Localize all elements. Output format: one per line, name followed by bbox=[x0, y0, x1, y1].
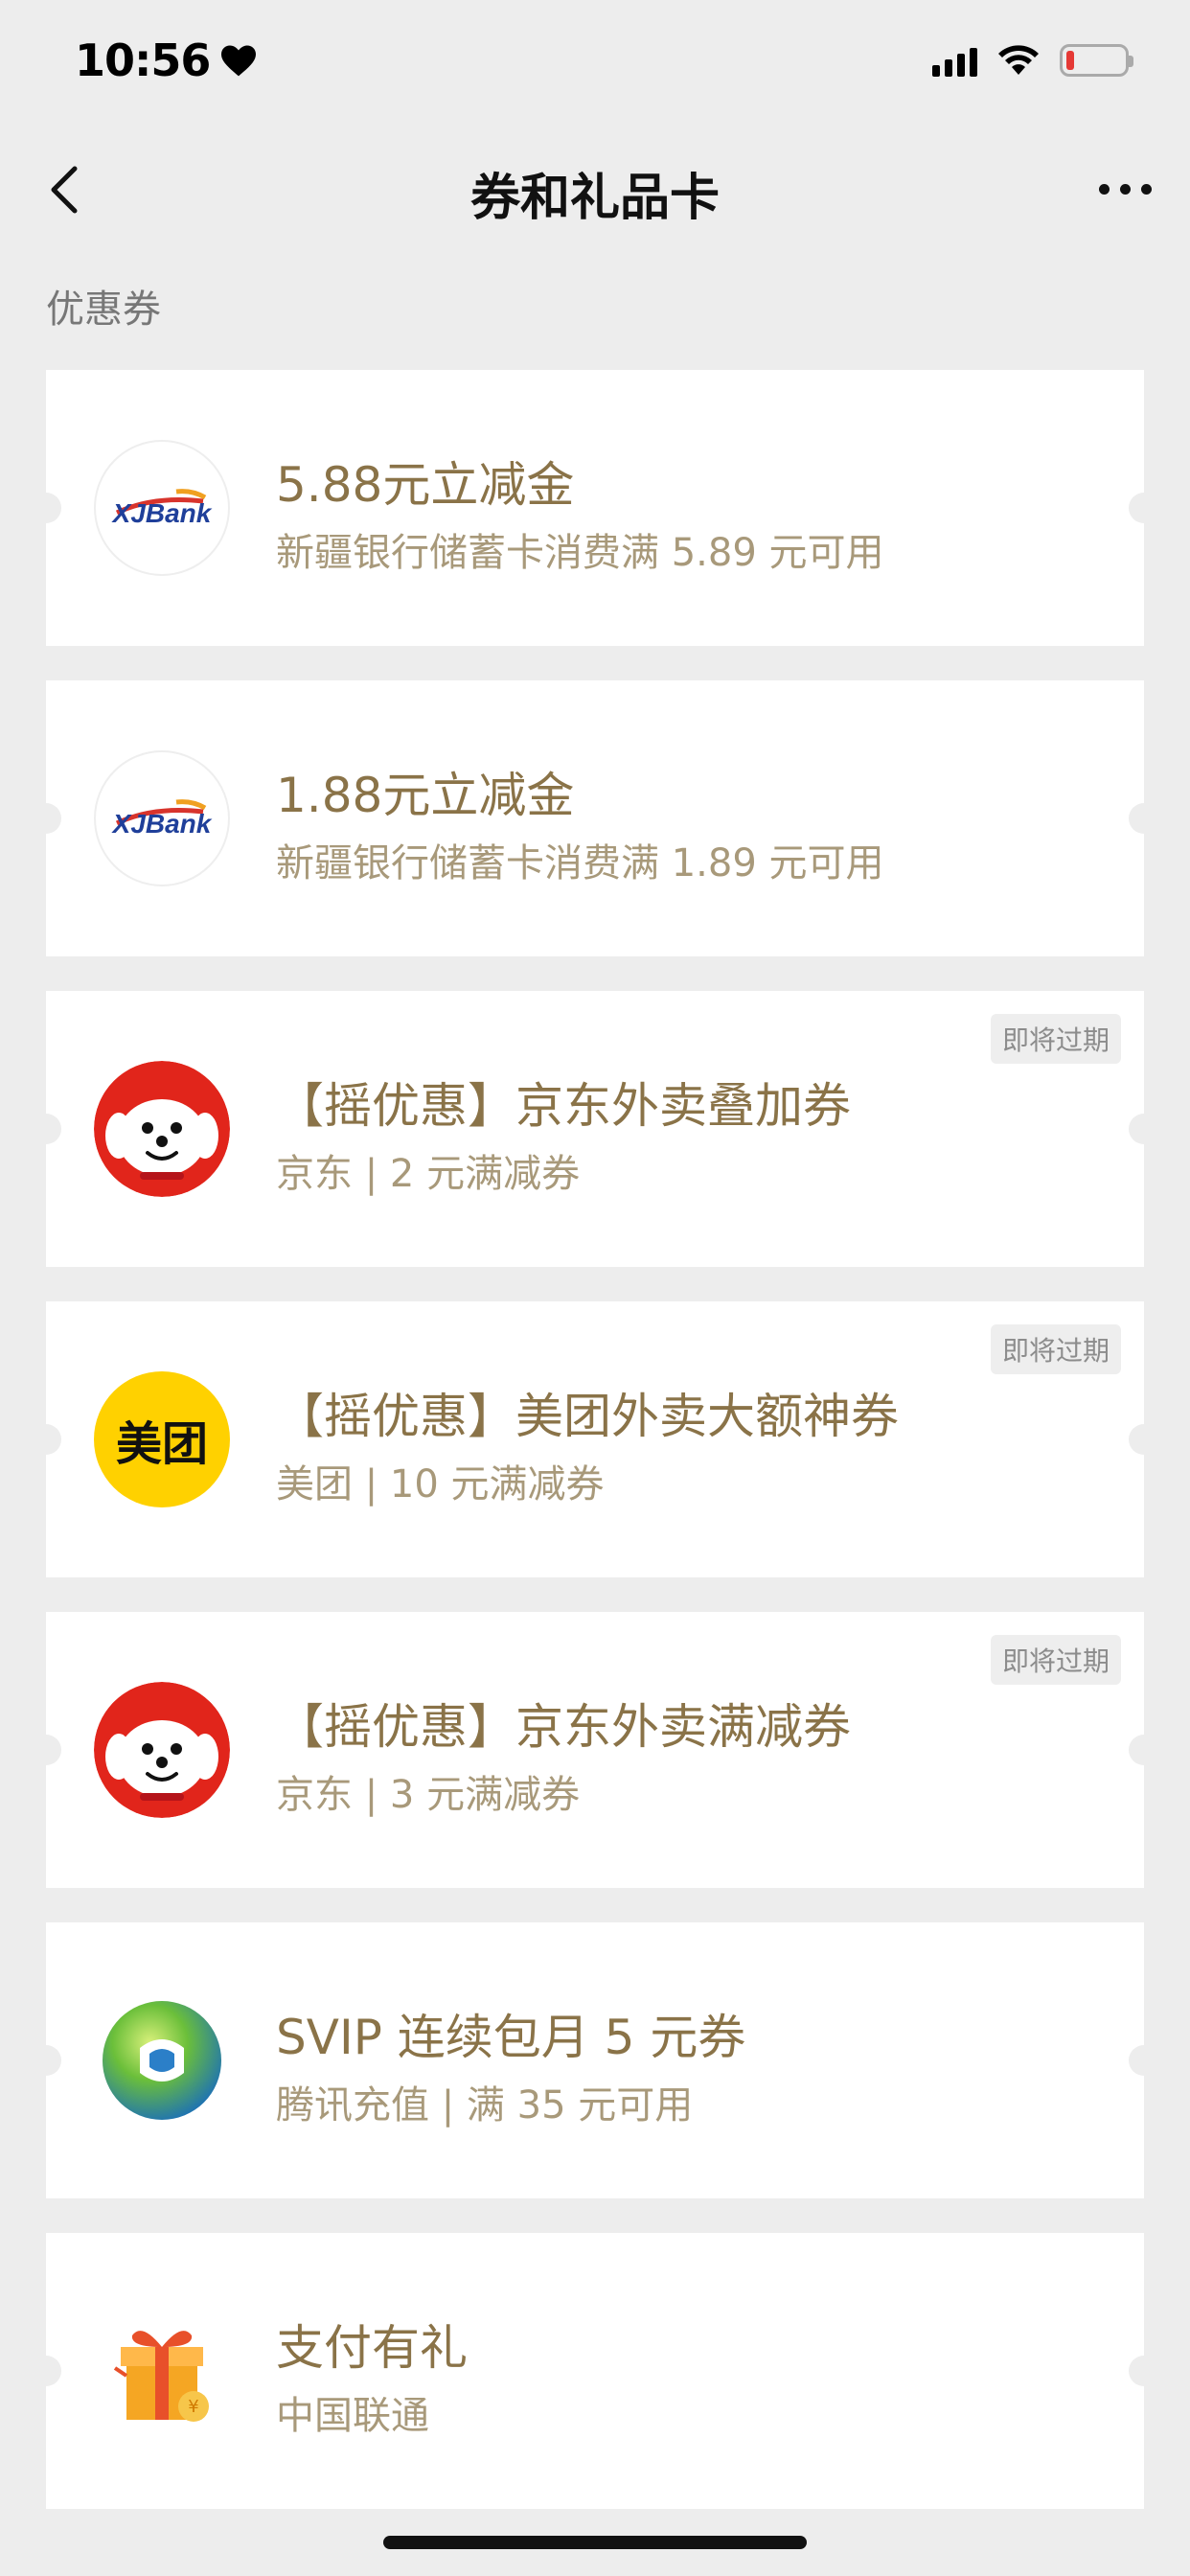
coupon-subtitle: 京东 | 2 元满减券 bbox=[276, 1152, 581, 1196]
clock-text: 10:56 bbox=[75, 34, 211, 86]
coupon-title: 支付有礼 bbox=[276, 2320, 468, 2376]
expiring-soon-badge: 即将过期 bbox=[990, 1014, 1121, 1064]
status-icons bbox=[932, 44, 1133, 77]
coupon-subtitle: 新疆银行储蓄卡消费满 5.89 元可用 bbox=[276, 531, 884, 575]
coupon-subtitle: 京东 | 3 元满减券 bbox=[276, 1773, 581, 1817]
coupon-card[interactable]: 即将过期 美团 【摇优惠】美团外卖大额神券 美团 | 10 元满减券 bbox=[31, 1301, 1159, 1577]
navigation-bar: 券和礼品卡 bbox=[0, 142, 1190, 238]
battery-icon bbox=[1060, 44, 1133, 77]
status-bar: 10:56 bbox=[0, 0, 1190, 126]
xjbank-logo: XJBank bbox=[94, 440, 230, 576]
gift-box-logo: ¥ bbox=[94, 2303, 230, 2439]
status-time: 10:56 bbox=[75, 34, 258, 86]
wifi-icon bbox=[998, 45, 1039, 75]
jd-logo bbox=[94, 1682, 230, 1818]
coupon-subtitle: 中国联通 bbox=[276, 2394, 429, 2438]
coupon-subtitle: 新疆银行储蓄卡消费满 1.89 元可用 bbox=[276, 841, 884, 886]
more-options-icon[interactable] bbox=[1099, 184, 1152, 195]
expiring-soon-badge: 即将过期 bbox=[990, 1324, 1121, 1374]
heart-icon bbox=[221, 45, 257, 77]
coupon-title: 5.88元立减金 bbox=[276, 457, 575, 513]
coupon-title: 【摇优惠】京东外卖叠加券 bbox=[276, 1078, 851, 1134]
meituan-logo: 美团 bbox=[94, 1371, 230, 1507]
xjbank-logo-text: XJBank bbox=[111, 498, 213, 528]
home-indicator[interactable] bbox=[383, 2536, 807, 2549]
coupon-title: 【摇优惠】美团外卖大额神券 bbox=[276, 1389, 899, 1444]
xjbank-logo: XJBank bbox=[94, 750, 230, 886]
svg-text:¥: ¥ bbox=[188, 2397, 198, 2417]
coupon-card[interactable]: 即将过期 【摇优惠】京东外卖满减券 京东 | 3 元满减券 bbox=[31, 1612, 1159, 1888]
coupon-subtitle: 腾讯充值 | 满 35 元可用 bbox=[276, 2083, 694, 2128]
coupon-title: 【摇优惠】京东外卖满减券 bbox=[276, 1699, 851, 1755]
cellular-signal-icon bbox=[932, 44, 977, 77]
section-title-coupons: 优惠券 bbox=[46, 288, 161, 332]
coupon-card[interactable]: ¥ 支付有礼 中国联通 bbox=[31, 2233, 1159, 2509]
coupon-card[interactable]: XJBank 5.88元立减金 新疆银行储蓄卡消费满 5.89 元可用 bbox=[31, 370, 1159, 646]
expiring-soon-badge: 即将过期 bbox=[990, 1635, 1121, 1685]
coupon-card[interactable]: XJBank 1.88元立减金 新疆银行储蓄卡消费满 1.89 元可用 bbox=[31, 680, 1159, 956]
coupon-card[interactable]: 即将过期 【摇优惠】京东外卖叠加券 京东 | 2 元满减券 bbox=[31, 991, 1159, 1267]
coupon-title: 1.88元立减金 bbox=[276, 768, 575, 823]
coupon-card[interactable]: SVIP 连续包月 5 元券 腾讯充值 | 满 35 元可用 bbox=[31, 1922, 1159, 2198]
coupon-title: SVIP 连续包月 5 元券 bbox=[276, 2010, 746, 2065]
coupon-subtitle: 美团 | 10 元满减券 bbox=[276, 1462, 605, 1506]
tencent-recharge-logo bbox=[94, 1992, 230, 2128]
jd-logo bbox=[94, 1061, 230, 1197]
xjbank-logo-text: XJBank bbox=[111, 809, 213, 839]
page-title: 券和礼品卡 bbox=[469, 170, 720, 227]
coupon-list: XJBank 5.88元立减金 新疆银行储蓄卡消费满 5.89 元可用 XJBa… bbox=[31, 370, 1159, 2543]
meituan-logo-text: 美团 bbox=[115, 1417, 208, 1471]
